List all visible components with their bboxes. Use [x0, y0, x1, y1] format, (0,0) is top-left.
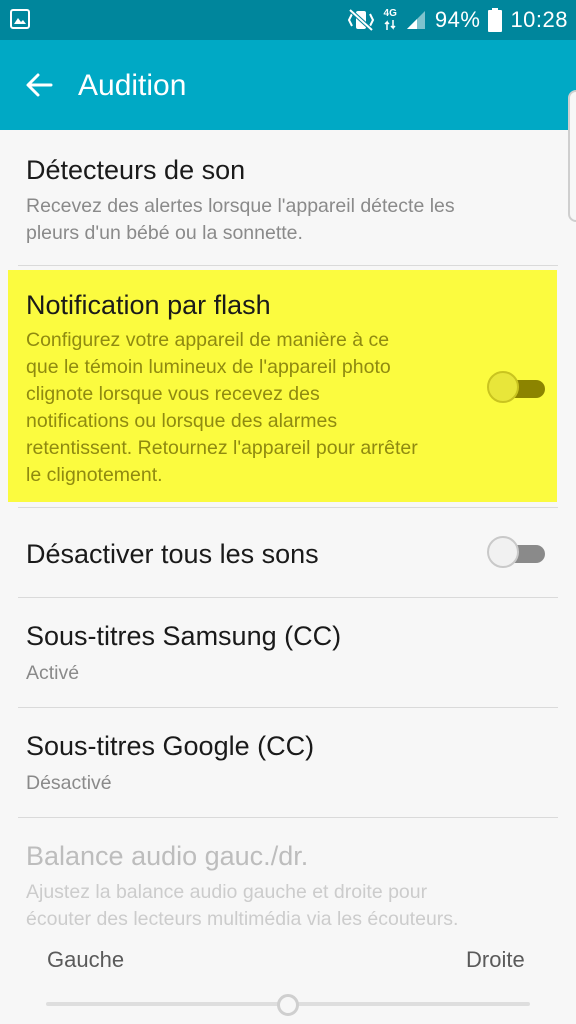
setting-description-line: pleurs d'un bébé ou la sonnette.	[26, 222, 303, 244]
toggle-thumb	[487, 536, 519, 568]
balance-slider-thumb[interactable]	[277, 994, 299, 1016]
setting-title: Sous-titres Samsung (CC)	[26, 621, 342, 651]
setting-description-line: notifications ou lorsque des alarmes	[26, 410, 338, 432]
setting-description-line: retentissent. Retournez l'appareil pour …	[26, 437, 418, 459]
setting-title: Détecteurs de son	[26, 155, 246, 185]
flash-notification-toggle[interactable]	[487, 371, 545, 405]
setting-description-line: le clignotement.	[26, 464, 163, 486]
setting-value: Activé	[26, 662, 80, 684]
mute-vibrate-icon	[347, 8, 374, 32]
setting-title: Sous-titres Google (CC)	[26, 731, 315, 761]
setting-description-line: Configurez votre appareil de manière à c…	[26, 329, 390, 351]
setting-description-line: Ajustez la balance audio gauche et droit…	[26, 881, 428, 903]
status-bar: 4G 94% 10:28	[0, 0, 576, 40]
setting-flash-notification[interactable]: Notification par flash Configurez votre …	[0, 270, 576, 502]
balance-left-label: Gauche	[47, 947, 125, 972]
arrow-left-icon[interactable]	[24, 70, 54, 100]
toggle-thumb	[487, 371, 519, 403]
signal-icon	[406, 11, 425, 29]
network-indicator: 4G	[384, 9, 397, 31]
setting-samsung-subtitles[interactable]: Sous-titres Samsung (CC) Activé	[0, 598, 576, 708]
setting-title: Désactiver tous les sons	[26, 539, 319, 569]
network-type: 4G	[383, 8, 397, 19]
setting-description-line: que le témoin lumineux de l'appareil pho…	[26, 356, 391, 378]
mute-all-toggle[interactable]	[487, 536, 545, 570]
setting-value: Désactivé	[26, 772, 112, 794]
setting-description-line: écouter des lecteurs multimédia via les …	[26, 908, 459, 930]
setting-mute-all[interactable]: Désactiver tous les sons	[0, 508, 576, 598]
setting-title: Balance audio gauc./dr.	[26, 841, 309, 871]
clock: 10:28	[510, 7, 568, 32]
data-arrows-icon	[384, 20, 396, 30]
battery-percent: 94%	[434, 7, 481, 32]
battery-icon	[488, 8, 503, 32]
setting-google-subtitles[interactable]: Sous-titres Google (CC) Désactivé	[0, 708, 576, 818]
setting-title: Notification par flash	[26, 290, 271, 320]
balance-right-label: Droite	[466, 947, 525, 972]
gallery-icon	[10, 9, 30, 29]
page-title: Audition	[78, 69, 187, 102]
app-bar: Audition	[0, 40, 576, 130]
setting-sound-detectors[interactable]: Détecteurs de son Recevez des alertes lo…	[0, 130, 576, 266]
divider	[18, 265, 558, 266]
setting-description-line: Recevez des alertes lorsque l'appareil d…	[26, 195, 455, 217]
setting-description-line: clignote lorsque vous recevez des	[26, 383, 320, 405]
